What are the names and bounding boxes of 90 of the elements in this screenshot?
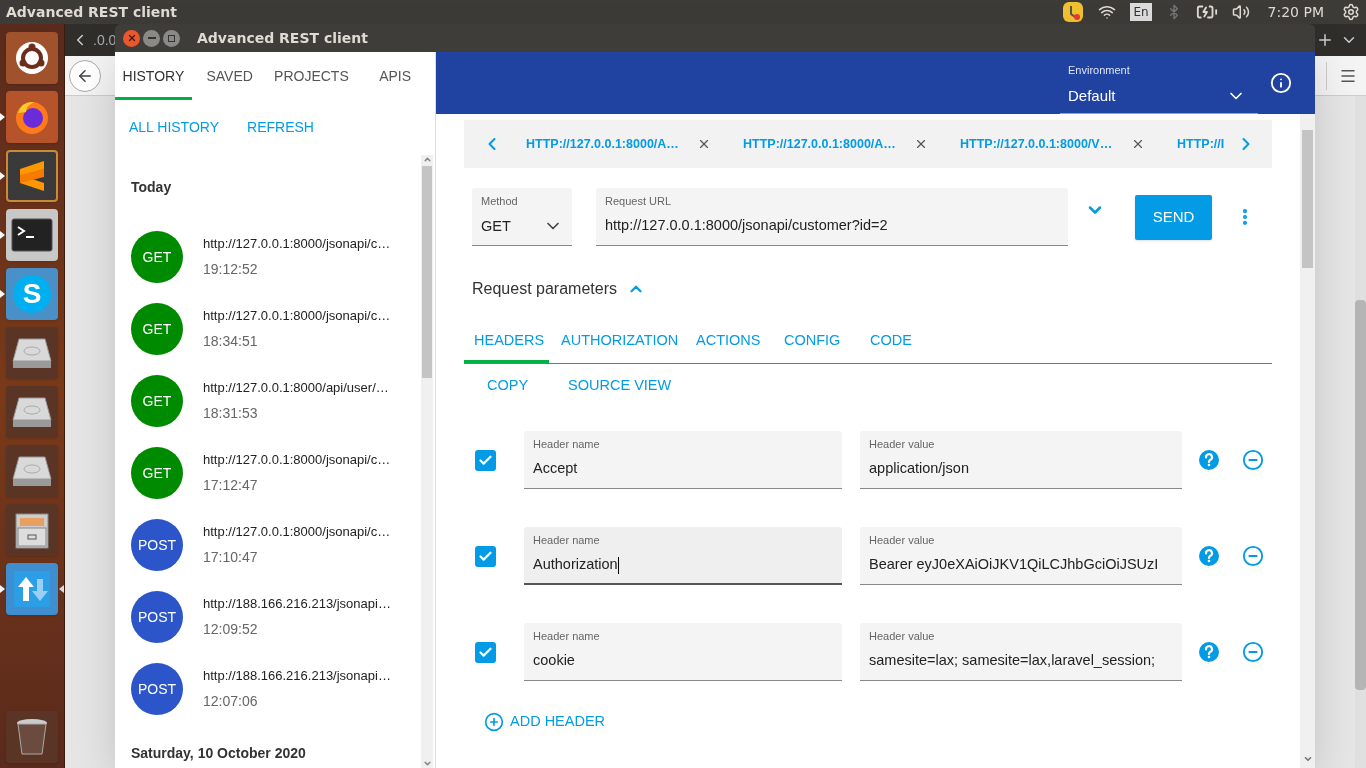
history-time: 18:34:51 <box>203 332 259 352</box>
plus-circle-icon <box>484 712 504 732</box>
history-item[interactable]: GET http://127.0.0.1:8000/jsonapi/c… 17:12:47 <box>131 437 421 509</box>
history-url: http://188.166.216.213/jsonapi… <box>203 666 391 685</box>
help-icon[interactable] <box>1199 450 1219 470</box>
history-url: http://188.166.216.213/jsonapi… <box>203 594 391 613</box>
method-badge: GET <box>131 375 183 427</box>
method-select[interactable]: Method GET <box>472 188 572 246</box>
trash-icon[interactable] <box>6 710 58 763</box>
close-icon[interactable] <box>697 137 711 151</box>
history-time: 12:07:06 <box>203 692 259 712</box>
ubuntu-logo-icon[interactable] <box>6 31 58 84</box>
window-title: Advanced REST client <box>197 28 368 48</box>
hard-drive-icon[interactable] <box>6 444 58 497</box>
minimize-button[interactable] <box>143 29 160 47</box>
header-checkbox[interactable] <box>475 641 496 663</box>
method-badge: GET <box>131 231 183 283</box>
history-item[interactable]: POST http://188.166.216.213/jsonapi… 12:09:52 <box>131 581 421 653</box>
header-name-field[interactable]: Header name Accept <box>524 431 842 489</box>
wifi-icon[interactable] <box>1098 3 1117 21</box>
url-field[interactable]: Request URL http://127.0.0.1:8000/jsonapi/customer?id=2 <box>596 188 1068 246</box>
transfer-arrows-icon[interactable] <box>6 562 58 615</box>
remove-icon[interactable] <box>1242 641 1264 663</box>
file-cabinet-icon[interactable] <box>6 503 58 556</box>
terminal-icon[interactable] <box>6 208 58 261</box>
header-value-field[interactable]: Header value application/json <box>860 431 1182 489</box>
clock[interactable]: 7:20 PM <box>1267 1 1324 23</box>
header-checkbox[interactable] <box>475 545 496 567</box>
maximize-button[interactable] <box>163 29 180 47</box>
history-url: http://127.0.0.1:8000/jsonapi/c… <box>203 522 391 541</box>
hard-drive-icon[interactable] <box>6 385 58 438</box>
history-url: http://127.0.0.1:8000/jsonapi/c… <box>203 450 391 469</box>
history-url: http://127.0.0.1:8000/jsonapi/c… <box>203 306 391 325</box>
keyboard-indicator[interactable]: En <box>1130 3 1152 21</box>
maximize-icon <box>168 34 175 42</box>
history-item[interactable]: POST http://127.0.0.1:8000/jsonapi/c… 17:10:47 <box>131 509 421 581</box>
method-badge: GET <box>131 303 183 355</box>
history-item[interactable]: POST http://188.166.216.213/jsonapi… 12:07:06 <box>131 653 421 725</box>
new-tab-icon[interactable] <box>1316 31 1334 49</box>
close-icon[interactable] <box>914 137 928 151</box>
header-checkbox[interactable] <box>475 449 496 471</box>
header-name-field[interactable]: Header name cookie <box>524 623 842 681</box>
history-item[interactable]: GET http://127.0.0.1:8000/jsonapi/c… 19:12:52 <box>131 221 421 293</box>
close-button[interactable] <box>123 29 140 47</box>
history-url: http://127.0.0.1:8000/jsonapi/c… <box>203 234 391 253</box>
indicator-icon[interactable] <box>1062 1 1085 23</box>
history-time: 19:12:52 <box>203 260 259 280</box>
environment-select[interactable]: Environment Default <box>1060 62 1258 114</box>
history-time: 18:31:53 <box>203 404 259 424</box>
scrollbar-thumb[interactable] <box>1302 130 1313 268</box>
minimize-icon <box>147 37 156 39</box>
history-item[interactable]: GET http://127.0.0.1:8000/api/user/… 18:31:53 <box>131 365 421 437</box>
sidebar-tab[interactable]: SAVED <box>191 52 268 100</box>
help-icon[interactable] <box>1199 546 1219 566</box>
settings-icon[interactable] <box>1342 3 1360 21</box>
remove-icon[interactable] <box>1242 545 1264 567</box>
fox-globe-icon[interactable] <box>6 90 58 143</box>
header-value-field[interactable]: Header value samesite=lax; samesite=lax,laravel_session; <box>860 623 1182 681</box>
back-button[interactable] <box>69 59 101 92</box>
method-badge: GET <box>131 447 183 499</box>
header-name-field[interactable]: Header name Authorization <box>524 527 842 585</box>
method-badge: POST <box>131 591 183 643</box>
method-badge: POST <box>131 663 183 715</box>
scroll-down-icon[interactable] <box>422 759 432 768</box>
sidebar-tab[interactable]: PROJECTS <box>267 52 356 100</box>
history-time: 17:12:47 <box>203 476 259 496</box>
sidebar-tab[interactable]: APIS <box>355 52 435 100</box>
remove-icon[interactable] <box>1242 449 1264 471</box>
history-item[interactable]: GET http://127.0.0.1:8000/jsonapi/c… 18:34:51 <box>131 293 421 365</box>
history-group-heading: Saturday, 10 October 2020 <box>131 744 307 763</box>
scroll-up-icon[interactable] <box>422 155 432 164</box>
scroll-down-icon[interactable] <box>1302 754 1313 764</box>
info-icon[interactable] <box>1270 72 1292 94</box>
volume-icon[interactable] <box>1231 3 1250 21</box>
close-icon <box>126 33 137 43</box>
skype-icon: S <box>13 274 51 313</box>
scrollbar-thumb[interactable] <box>422 166 432 378</box>
section-title: Request parameters <box>472 279 617 299</box>
history-time: 12:09:52 <box>203 620 259 640</box>
ribbon-icon[interactable] <box>6 149 58 202</box>
history-url: http://127.0.0.1:8000/api/user/… <box>203 378 389 397</box>
method-badge: POST <box>131 519 183 571</box>
history-group-heading: Today <box>131 178 173 197</box>
header-value-field[interactable]: Header value Bearer eyJ0eXAiOiJKV1QiLCJhbGciOiJSUzI <box>860 527 1182 585</box>
close-icon[interactable] <box>1131 137 1145 151</box>
hard-drive-icon[interactable] <box>6 326 58 379</box>
history-time: 17:10:47 <box>203 548 259 568</box>
sidebar-tab[interactable]: HISTORY <box>115 52 192 100</box>
help-icon[interactable] <box>1199 642 1219 662</box>
active-app-title: Advanced REST client <box>6 2 177 22</box>
